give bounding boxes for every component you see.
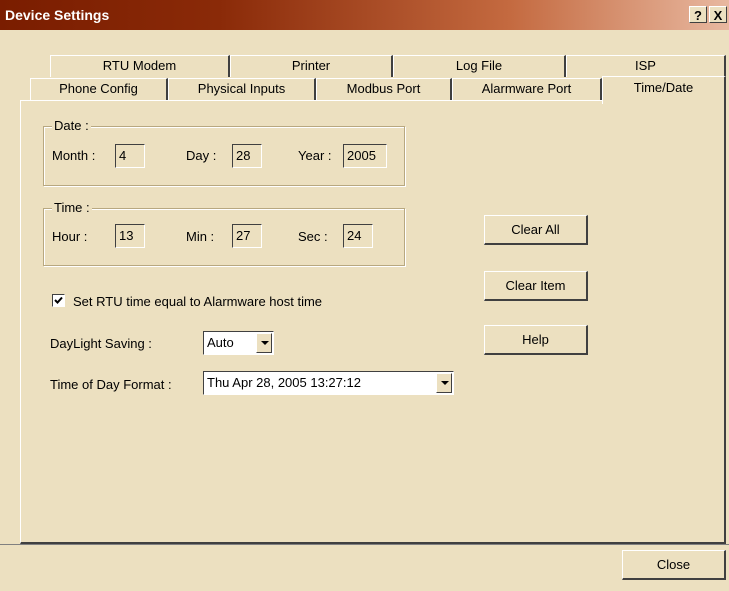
time-format-label: Time of Day Format :: [50, 377, 172, 392]
time-group-label: Time :: [52, 200, 92, 215]
daylight-select[interactable]: Auto: [203, 331, 274, 355]
min-label: Min :: [186, 229, 215, 244]
sec-label: Sec :: [298, 229, 328, 244]
month-field[interactable]: 4: [115, 144, 145, 168]
year-label: Year :: [298, 148, 332, 163]
sync-time-label: Set RTU time equal to Alarmware host tim…: [73, 294, 323, 309]
sec-field[interactable]: 24: [343, 224, 373, 248]
chevron-down-icon[interactable]: [256, 333, 272, 353]
day-label: Day :: [186, 148, 217, 163]
close-icon[interactable]: X: [709, 6, 727, 23]
tab-modbus-port[interactable]: Modbus Port: [316, 78, 452, 100]
min-field[interactable]: 27: [232, 224, 262, 248]
month-label: Month :: [52, 148, 96, 163]
tab-rtu-modem[interactable]: RTU Modem: [50, 55, 230, 77]
hour-field[interactable]: 13: [115, 224, 145, 248]
divider: [0, 544, 729, 545]
tab-isp[interactable]: ISP: [566, 55, 726, 77]
daylight-label: DayLight Saving :: [50, 336, 152, 351]
help-button[interactable]: Help: [484, 325, 588, 355]
tab-time-date[interactable]: Time/Date: [602, 76, 726, 104]
chevron-down-icon[interactable]: [436, 373, 452, 393]
clear-all-button[interactable]: Clear All: [484, 215, 588, 245]
year-field[interactable]: 2005: [343, 144, 387, 168]
title-bar[interactable]: Device Settings ? X: [0, 0, 729, 30]
tab-printer[interactable]: Printer: [230, 55, 393, 77]
time-format-value: Thu Apr 28, 2005 13:27:12: [207, 375, 361, 390]
window-title: Device Settings: [5, 7, 110, 23]
help-icon[interactable]: ?: [689, 6, 707, 23]
sync-time-checkbox[interactable]: [52, 294, 65, 307]
hour-label: Hour :: [52, 229, 88, 244]
tab-alarmware-port[interactable]: Alarmware Port: [452, 78, 602, 100]
check-mark-icon: [54, 296, 63, 304]
clear-item-button[interactable]: Clear Item: [484, 271, 588, 301]
tab-phone-config[interactable]: Phone Config: [30, 78, 168, 100]
daylight-value: Auto: [207, 335, 234, 350]
tab-physical-inputs[interactable]: Physical Inputs: [168, 78, 316, 100]
close-button[interactable]: Close: [622, 550, 726, 580]
date-group-label: Date :: [52, 118, 91, 133]
tab-log-file[interactable]: Log File: [393, 55, 566, 77]
day-field[interactable]: 28: [232, 144, 262, 168]
time-format-select[interactable]: Thu Apr 28, 2005 13:27:12: [203, 371, 454, 395]
